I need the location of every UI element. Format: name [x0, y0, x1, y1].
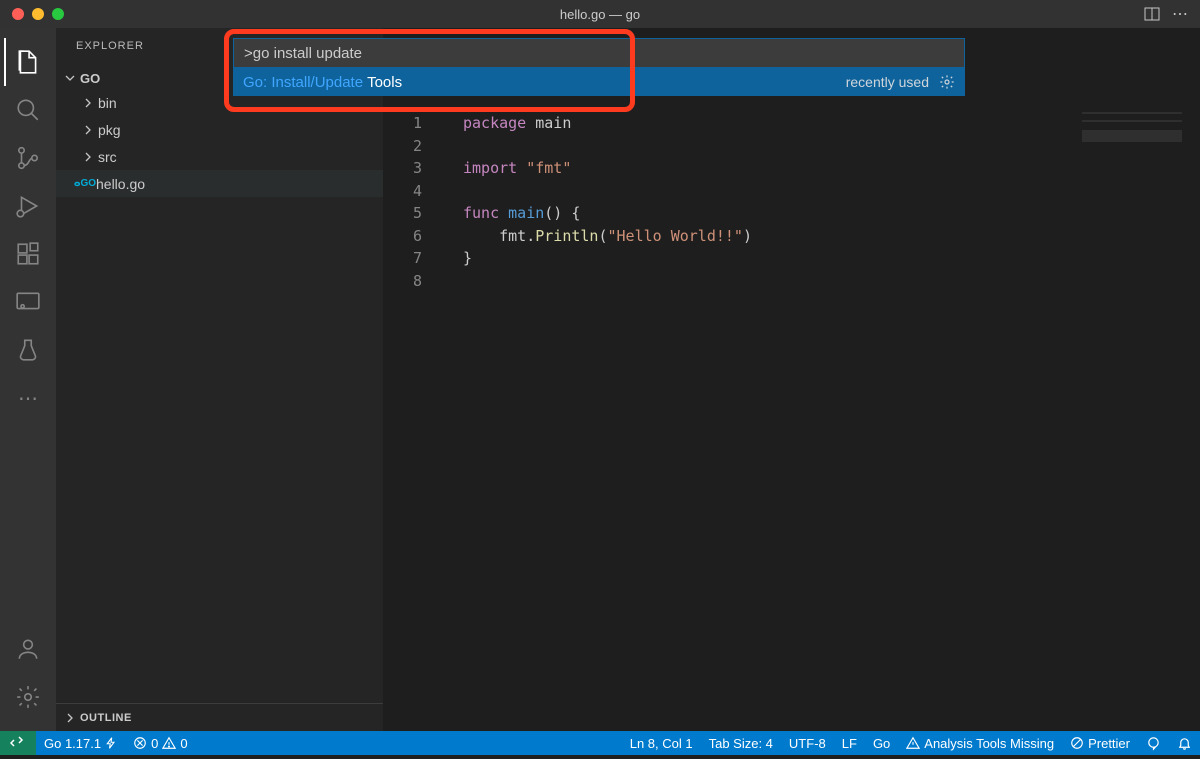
maximize-window-button[interactable]	[52, 8, 64, 20]
file-hello-go[interactable]: ⴰGO hello.go	[56, 170, 383, 197]
status-language[interactable]: Go	[865, 736, 898, 751]
more-actions-icon[interactable]: ⋯	[1172, 4, 1188, 24]
line-number: 5	[383, 202, 422, 225]
folder-label: bin	[98, 95, 117, 111]
palette-result-main: Go: Install/Update	[243, 74, 363, 91]
extensions-activity-icon[interactable]	[4, 230, 52, 278]
status-bar: Go 1.17.1 0 0 Ln 8, Col 1 Tab Size: 4 UT…	[0, 731, 1200, 755]
palette-result-suffix: Tools	[367, 74, 402, 91]
overflow-activity-icon[interactable]: ⋯	[4, 374, 52, 422]
code-token: import	[463, 159, 517, 177]
status-tab-size[interactable]: Tab Size: 4	[701, 736, 781, 751]
account-icon[interactable]	[4, 625, 52, 673]
search-activity-icon[interactable]	[4, 86, 52, 134]
root-label: GO	[80, 71, 100, 86]
status-feedback-icon[interactable]	[1138, 736, 1169, 751]
palette-hint: recently used	[846, 74, 929, 90]
status-go-version[interactable]: Go 1.17.1	[36, 731, 125, 755]
folder-src[interactable]: src	[56, 143, 383, 170]
settings-gear-icon[interactable]	[4, 673, 52, 721]
tab-label: Tab Size: 4	[709, 736, 773, 751]
eol-label: LF	[842, 736, 857, 751]
code-token: fmt.	[463, 227, 535, 245]
code-token: () {	[544, 204, 580, 222]
status-prettier[interactable]: Prettier	[1062, 736, 1138, 751]
code-token: package	[463, 114, 526, 132]
code-token: "fmt"	[517, 159, 571, 177]
status-analysis-warning[interactable]: Analysis Tools Missing	[898, 736, 1062, 751]
line-number: 4	[383, 180, 422, 203]
code-token: func	[463, 204, 499, 222]
line-number: 1	[383, 112, 422, 135]
chevron-right-icon	[80, 149, 96, 165]
prettier-label: Prettier	[1088, 736, 1130, 751]
command-palette: Go: Install/Update Tools recently used	[233, 38, 965, 96]
error-count: 0	[151, 736, 158, 751]
explorer-activity-icon[interactable]	[4, 38, 52, 86]
outline-label: OUTLINE	[80, 712, 132, 724]
error-icon	[133, 736, 147, 750]
line-gutter: 1 2 3 4 5 6 7 8	[383, 112, 438, 292]
code-token: main	[526, 114, 571, 132]
go-version-label: Go 1.17.1	[44, 736, 101, 751]
file-label: hello.go	[96, 176, 145, 192]
code-token: Println	[535, 227, 598, 245]
status-bell-icon[interactable]	[1169, 736, 1200, 751]
debug-activity-icon[interactable]	[4, 182, 52, 230]
folder-label: src	[98, 149, 117, 165]
pos-label: Ln 8, Col 1	[630, 736, 693, 751]
split-editor-icon[interactable]	[1144, 6, 1160, 22]
warning-count: 0	[180, 736, 187, 751]
code-token: main	[499, 204, 544, 222]
go-file-icon: ⴰGO	[74, 178, 92, 189]
remote-indicator[interactable]	[0, 731, 36, 755]
window-title: hello.go — go	[560, 7, 640, 22]
close-window-button[interactable]	[12, 8, 24, 20]
code-content[interactable]: package main import "fmt" func main() { …	[463, 112, 752, 292]
title-bar: hello.go — go ⋯	[0, 0, 1200, 28]
palette-result-item[interactable]: Go: Install/Update Tools recently used	[233, 68, 965, 96]
line-number: 3	[383, 157, 422, 180]
chevron-right-icon	[80, 95, 96, 111]
outline-section[interactable]: OUTLINE	[56, 703, 383, 731]
line-number: 7	[383, 247, 422, 270]
chevron-right-icon	[80, 122, 96, 138]
code-token: "Hello World!!"	[608, 227, 743, 245]
chevron-right-icon	[62, 710, 78, 726]
block-icon	[1070, 736, 1084, 750]
line-number: 2	[383, 135, 422, 158]
warn-label: Analysis Tools Missing	[924, 736, 1054, 751]
minimize-window-button[interactable]	[32, 8, 44, 20]
folder-label: pkg	[98, 122, 121, 138]
warning-icon	[162, 736, 176, 750]
code-token: }	[463, 247, 752, 270]
scm-activity-icon[interactable]	[4, 134, 52, 182]
explorer-sidebar: EXPLORER GO bin pkg src ⴰGO hello.go	[56, 28, 383, 731]
code-token: (	[598, 227, 607, 245]
lang-label: Go	[873, 736, 890, 751]
line-number: 8	[383, 270, 422, 293]
window-controls	[0, 8, 64, 20]
lightning-icon	[105, 737, 117, 749]
status-cursor-position[interactable]: Ln 8, Col 1	[622, 736, 701, 751]
activity-bar: ⋯	[0, 28, 56, 731]
folder-pkg[interactable]: pkg	[56, 116, 383, 143]
enc-label: UTF-8	[789, 736, 826, 751]
command-palette-input[interactable]	[233, 38, 965, 68]
remote-activity-icon[interactable]	[4, 278, 52, 326]
gear-icon[interactable]	[939, 74, 955, 90]
warning-icon	[906, 736, 920, 750]
line-number: 6	[383, 225, 422, 248]
status-encoding[interactable]: UTF-8	[781, 736, 834, 751]
editor-area[interactable]: 1 2 3 4 5 6 7 8 package main import "fmt…	[383, 28, 1200, 731]
status-problems[interactable]: 0 0	[125, 731, 195, 755]
status-eol[interactable]: LF	[834, 736, 865, 751]
minimap[interactable]	[1082, 112, 1182, 172]
chevron-down-icon	[62, 70, 78, 86]
code-token: )	[743, 227, 752, 245]
testing-activity-icon[interactable]	[4, 326, 52, 374]
